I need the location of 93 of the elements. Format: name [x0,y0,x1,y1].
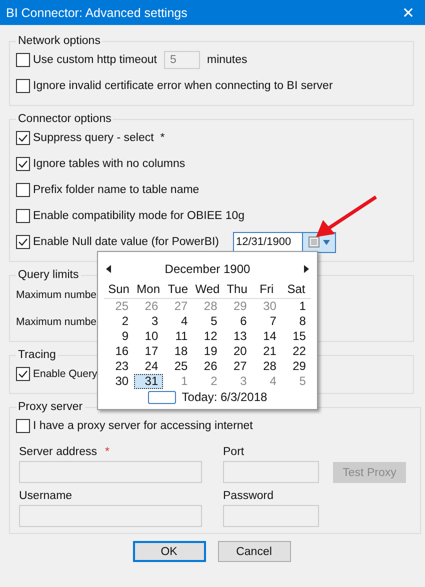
caret-icon [323,240,330,244]
calendar-day[interactable]: 30 [104,374,134,389]
calendar-day[interactable]: 15 [281,329,311,344]
username-field[interactable] [19,505,202,527]
calendar-day[interactable]: 30 [252,299,282,314]
calendar-day[interactable]: 3 [134,314,164,329]
calendar-day[interactable]: 27 [163,299,193,314]
weekday-label: Thu [226,282,248,296]
next-month-icon[interactable] [302,265,309,273]
calendar-day[interactable]: 25 [104,299,134,314]
group-title: Proxy server [17,401,84,413]
password-field[interactable] [223,505,319,527]
calendar-day[interactable]: 6 [222,314,252,329]
group-title: Query limits [17,269,80,281]
calendar-day[interactable]: 18 [163,344,193,359]
dialog-button[interactable]: Cancel [218,541,290,562]
weekday-label: Wed [194,282,221,296]
timeout-checkbox[interactable]: Use custom http timeout [16,53,157,67]
field-label: Username [19,490,72,502]
option-checkbox[interactable]: Ignore tables with no columns [16,157,186,171]
calendar-day[interactable]: 22 [281,344,311,359]
month-title[interactable]: December 1900 [164,262,250,276]
calendar-day[interactable]: 26 [134,299,164,314]
calendar-day[interactable]: 21 [252,344,282,359]
field-label: Password [223,490,274,502]
check-icon [17,132,29,144]
group-title: Connector options [17,113,112,125]
calendar-day[interactable]: 7 [252,314,282,329]
group-title: Network options [17,35,102,47]
calendar-day[interactable]: 20 [222,344,252,359]
calendar-day[interactable]: 31 [134,374,164,389]
calendar-day[interactable]: 5 [192,314,222,329]
calendar-day[interactable]: 26 [192,359,222,374]
calendar-day[interactable]: 16 [104,344,134,359]
weekday-label: Mon [136,282,162,296]
field-label: Port [223,446,244,458]
field-label: Server address [19,446,97,458]
calendar-day[interactable]: 1 [281,299,311,314]
limit-label: Maximum numbe [16,316,97,328]
weekday-label: Tue [166,282,190,296]
certificate-checkbox[interactable]: Ignore invalid certificate error when connecting to BI server [16,79,333,93]
calendar-day[interactable]: 28 [192,299,222,314]
calendar-day[interactable]: 1 [163,374,193,389]
calendar-day[interactable]: 28 [252,359,282,374]
unit-label: minutes [207,54,248,66]
option-checkbox[interactable]: Suppress query - select * [16,131,165,145]
calendar-day[interactable]: 4 [252,374,282,389]
calendar-day[interactable]: 4 [163,314,193,329]
calendar-day[interactable]: 29 [222,299,252,314]
option-checkbox[interactable]: Enable compatibility mode for OBIEE 10g [16,209,245,223]
previous-month-icon[interactable] [106,265,112,273]
proxy-checkbox[interactable]: I have a proxy server for accessing internet [16,419,253,433]
calendar-day[interactable]: 3 [222,374,252,389]
calendar-day[interactable]: 29 [281,359,311,374]
calendar-day[interactable]: 8 [281,314,311,329]
date-field[interactable]: 12/31/1900 [233,232,302,252]
weekday-label: Fri [258,282,275,296]
calendar-day[interactable]: 9 [104,329,134,344]
timeout-field[interactable]: 5 [164,51,200,69]
required-mark: * [104,446,110,458]
calendar-day[interactable]: 13 [222,329,252,344]
check-icon [17,158,29,170]
option-checkbox[interactable]: Prefix folder name to table name [16,183,200,197]
limit-label: Maximum numbe [16,288,97,300]
dialog-button[interactable]: OK [132,541,206,562]
tracing-checkbox[interactable]: Enable Query [16,367,98,381]
check-icon [17,368,29,380]
calendar-day[interactable]: 27 [222,359,252,374]
calendar-day[interactable]: 5 [281,374,311,389]
weekday-label: Sun [107,282,130,296]
calendar-day[interactable]: 14 [252,329,282,344]
calendar-day[interactable]: 10 [134,329,164,344]
calendar-day[interactable]: 11 [163,329,193,344]
today-marker-icon [148,390,176,404]
group-title: Tracing [17,349,57,361]
close-button[interactable]: ✕ [398,4,419,22]
window-title: BI Connector: Advanced settings [6,6,188,20]
calendar-icon [308,236,320,248]
calendar-day[interactable]: 12 [192,329,222,344]
option-checkbox[interactable]: Enable Null date value (for PowerBI) [16,235,220,249]
calendar-day[interactable]: 23 [104,359,134,374]
port-field[interactable] [223,461,319,483]
calendar-day[interactable]: 2 [104,314,134,329]
calendar-day[interactable]: 19 [192,344,222,359]
today-link[interactable]: Today: 6/3/2018 [182,390,268,404]
calendar-day[interactable]: 24 [134,359,164,374]
arrow-annotation [316,196,377,237]
calendar-day[interactable]: 17 [134,344,164,359]
server-address-field[interactable] [19,461,202,483]
check-icon [17,236,29,248]
calendar-day[interactable]: 25 [163,359,193,374]
weekday-label: Sat [286,282,306,296]
calendar-day[interactable]: 2 [192,374,222,389]
